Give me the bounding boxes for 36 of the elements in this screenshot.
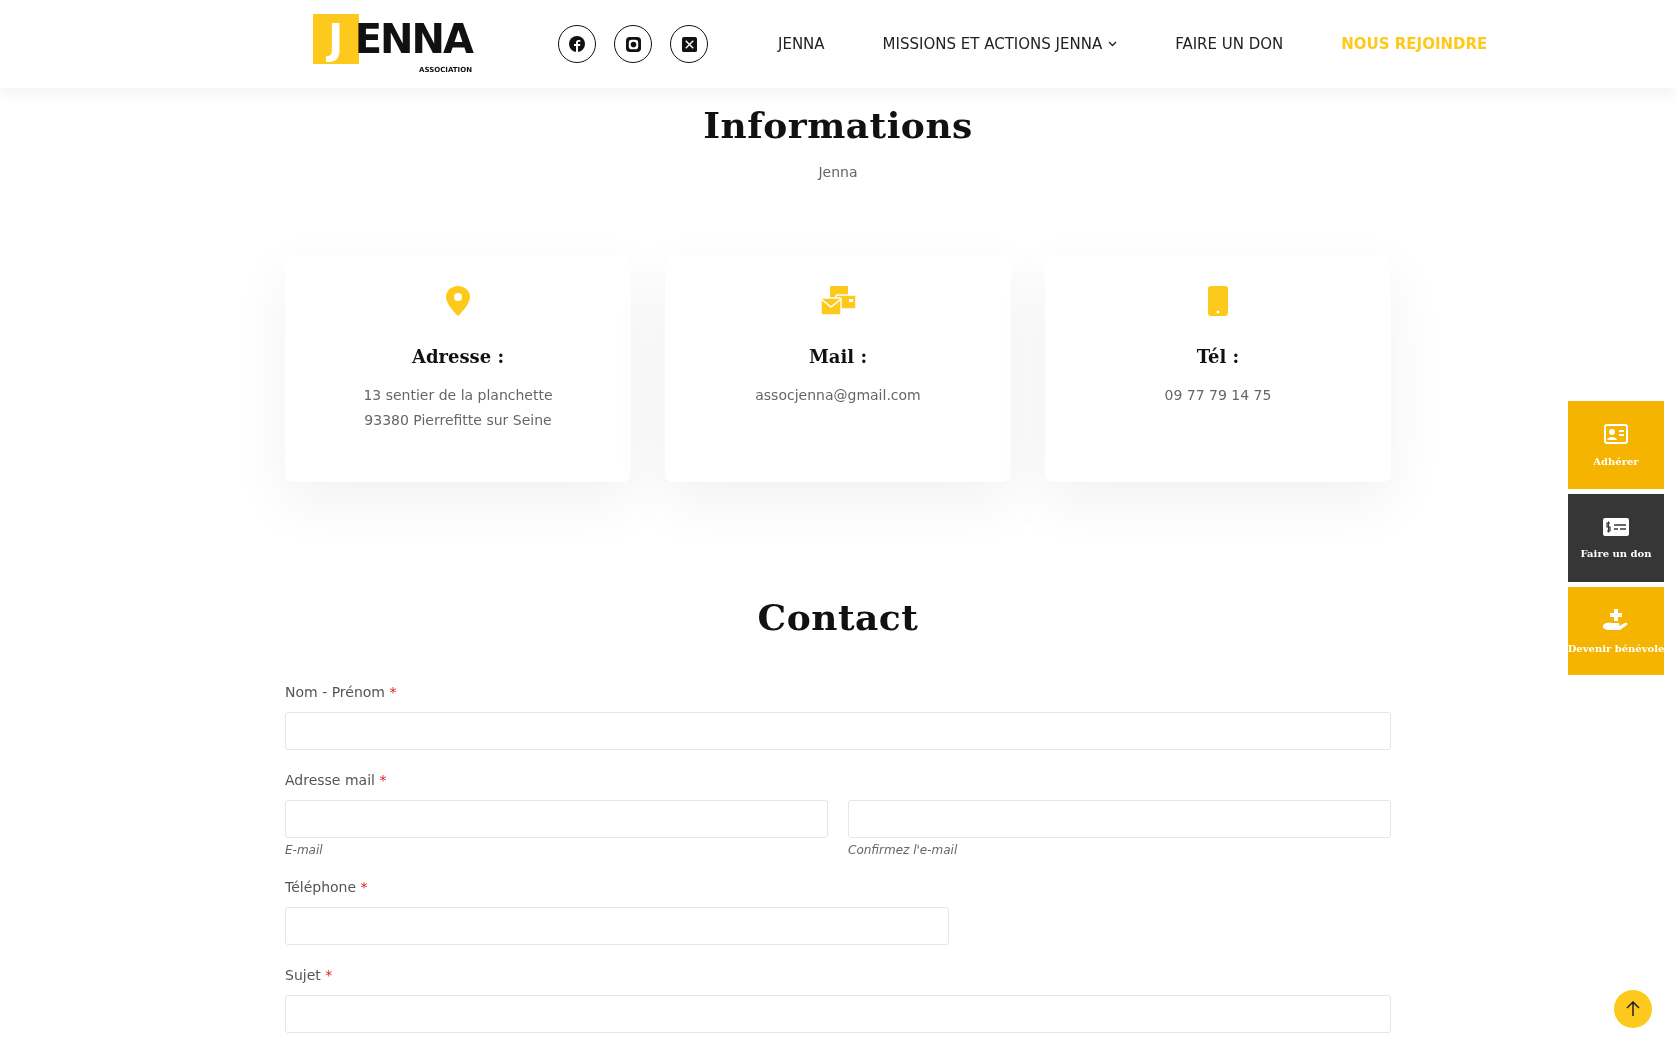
field-label: Adresse mail * xyxy=(285,772,388,788)
card-title: Tél : xyxy=(1196,346,1240,367)
scroll-top-button[interactable] xyxy=(1614,990,1652,1028)
email-field[interactable] xyxy=(848,800,1391,838)
facebook-icon xyxy=(569,36,585,52)
text-field[interactable] xyxy=(285,712,1391,750)
card-text: 09 77 79 14 75 xyxy=(1164,386,1272,405)
card-title: Adresse : xyxy=(411,346,505,367)
banknote-icon xyxy=(1603,517,1629,536)
side-action-button[interactable]: Faire un don xyxy=(1568,494,1664,582)
field-label: Téléphone * xyxy=(285,879,369,895)
envelopes-icon xyxy=(820,286,856,316)
map-pin-icon xyxy=(446,286,470,316)
text-field[interactable] xyxy=(285,907,949,945)
x-icon xyxy=(681,36,697,52)
arrow-up-icon xyxy=(1626,1001,1640,1017)
section-title: Contact xyxy=(757,596,919,638)
field-label: Nom - Prénom * xyxy=(285,684,398,700)
id-card-icon xyxy=(1604,423,1628,444)
field-hint: E-mail xyxy=(285,843,324,857)
nav-link[interactable]: FAIRE UN DON xyxy=(1175,35,1284,53)
logo-letter: J xyxy=(312,14,359,64)
nav-link[interactable]: MISSIONS ET ACTIONS JENNA xyxy=(882,35,1118,53)
field-label: Sujet * xyxy=(285,967,334,983)
phone-icon xyxy=(1208,286,1228,316)
section-subtitle: Jenna xyxy=(818,164,858,180)
card-title: Mail : xyxy=(808,346,868,367)
instagram-icon xyxy=(625,36,641,52)
email-field[interactable] xyxy=(285,800,828,838)
nav-link[interactable]: JENNA xyxy=(778,35,825,53)
card-text: assocjenna@gmail.com xyxy=(755,386,921,405)
section-title: Informations xyxy=(703,104,973,146)
field-hint: Confirmez l'e-mail xyxy=(848,843,959,857)
text-field[interactable] xyxy=(285,995,1391,1033)
hand-plus-icon xyxy=(1603,608,1629,631)
card-text: 13 sentier de la planchette 93380 Pierrefitte sur Seine xyxy=(363,386,553,430)
